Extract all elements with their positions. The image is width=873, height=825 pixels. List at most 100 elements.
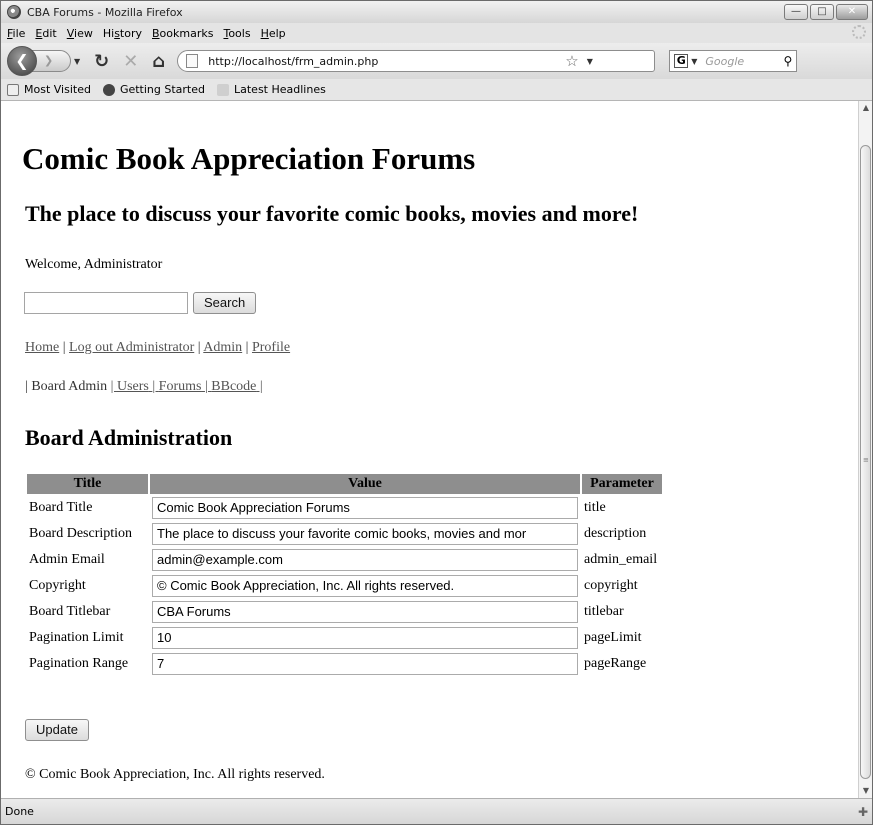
nav-link-logout[interactable]: Log out Administrator xyxy=(69,340,194,355)
forum-search: Search xyxy=(24,292,257,314)
menu-help-accel: H xyxy=(260,26,269,40)
menu-tools-label: ools xyxy=(228,26,251,40)
pagination-limit-field[interactable]: 10 xyxy=(152,627,578,649)
bookmark-star-icon[interactable]: ☆ xyxy=(565,52,578,70)
menu-edit[interactable]: Edit xyxy=(35,27,56,40)
search-engine-dropdown-icon[interactable]: ▼ xyxy=(691,57,697,66)
search-placeholder: Google xyxy=(705,54,745,68)
admin-nav-users[interactable]: | Users xyxy=(111,379,153,394)
bookmark-getting-started[interactable]: Getting Started xyxy=(102,83,205,96)
google-icon[interactable]: G xyxy=(674,54,689,68)
menu-bookmarks-label: ookmarks xyxy=(159,26,214,40)
firefox-icon xyxy=(7,5,21,19)
bookmark-label: Getting Started xyxy=(119,83,205,96)
navigation-toolbar: ❮ ❯ ▼ ↻ ✕ ⌂ http://localhost/frm_admin.p… xyxy=(1,43,872,79)
nav-link-profile[interactable]: Profile xyxy=(252,340,290,355)
row-value-cell: The place to discuss your favorite comic… xyxy=(150,522,580,546)
copyright-field[interactable]: © Comic Book Appreciation, Inc. All righ… xyxy=(152,575,578,597)
menu-history-label: tory xyxy=(119,26,142,40)
table-row: Pagination Range 7 pageRange xyxy=(27,652,662,676)
table-row: Pagination Limit 10 pageLimit xyxy=(27,626,662,650)
scroll-up-icon[interactable]: ▲ xyxy=(859,101,873,115)
scroll-down-icon[interactable]: ▼ xyxy=(859,784,873,798)
close-button[interactable]: ✕ xyxy=(836,4,868,20)
url-dropdown-icon[interactable]: ▼ xyxy=(587,57,593,66)
home-icon[interactable]: ⌂ xyxy=(152,51,165,72)
menu-tools[interactable]: Tools xyxy=(223,27,250,40)
menu-file-label: ile xyxy=(12,26,26,40)
forward-button[interactable]: ❯ xyxy=(31,50,71,72)
row-title: Copyright xyxy=(29,578,86,593)
pagination-range-field[interactable]: 7 xyxy=(152,653,578,675)
board-description-field[interactable]: The place to discuss your favorite comic… xyxy=(152,523,578,545)
activity-throbber-icon xyxy=(852,25,866,39)
menu-history[interactable]: History xyxy=(103,27,142,40)
row-parameter: pageRange xyxy=(584,656,647,671)
table-row: Board Titlebar CBA Forums titlebar xyxy=(27,600,662,624)
board-title-field[interactable]: Comic Book Appreciation Forums xyxy=(152,497,578,519)
browser-window: CBA Forums - Mozilla Firefox — □ ✕ File … xyxy=(0,0,873,825)
bookmark-latest-headlines[interactable]: Latest Headlines xyxy=(217,83,326,96)
url-text[interactable]: http://localhost/frm_admin.php xyxy=(208,55,378,68)
welcome-text: Welcome, Administrator xyxy=(25,257,163,272)
footer-copyright: © Comic Book Appreciation, Inc. All righ… xyxy=(25,767,325,782)
row-value-cell: CBA Forums xyxy=(150,600,580,624)
menu-bar: File Edit View History Bookmarks Tools H… xyxy=(1,23,872,43)
back-button[interactable]: ❮ xyxy=(7,46,37,76)
admin-nav-bbcode[interactable]: | BBcode | xyxy=(205,379,263,394)
stop-icon[interactable]: ✕ xyxy=(123,51,138,72)
row-parameter: pageLimit xyxy=(584,630,642,645)
maximize-button[interactable]: □ xyxy=(810,4,834,20)
column-header-value: Value xyxy=(150,474,580,494)
bookmark-label: Latest Headlines xyxy=(234,83,326,96)
table-row: Copyright © Comic Book Appreciation, Inc… xyxy=(27,574,662,598)
menu-help[interactable]: Help xyxy=(261,27,286,40)
menu-bookmarks[interactable]: Bookmarks xyxy=(152,27,213,40)
menu-file[interactable]: File xyxy=(7,27,25,40)
search-button[interactable]: Search xyxy=(193,292,257,314)
resize-grip-icon[interactable]: ✚ xyxy=(858,805,868,819)
board-titlebar-field[interactable]: CBA Forums xyxy=(152,601,578,623)
row-value-cell: 7 xyxy=(150,652,580,676)
most-visited-icon xyxy=(7,83,19,96)
table-row: Admin Email admin@example.com admin_emai… xyxy=(27,548,662,572)
row-value-cell: © Comic Book Appreciation, Inc. All righ… xyxy=(150,574,580,598)
row-parameter: titlebar xyxy=(584,604,624,619)
menu-view[interactable]: View xyxy=(67,27,93,40)
column-header-title: Title xyxy=(27,474,148,494)
reload-icon[interactable]: ↻ xyxy=(94,51,109,72)
section-title: Board Administration xyxy=(25,425,233,450)
status-text: Done xyxy=(5,805,34,818)
vertical-scrollbar[interactable]: ▲ ≡ ▼ xyxy=(858,101,872,798)
minimize-button[interactable]: — xyxy=(784,4,808,20)
row-value-cell: admin@example.com xyxy=(150,548,580,572)
table-row: Board Title Comic Book Appreciation Foru… xyxy=(27,496,662,520)
scroll-thumb[interactable]: ≡ xyxy=(860,145,871,779)
window-controls: — □ ✕ xyxy=(784,4,868,20)
table-row: Board Description The place to discuss y… xyxy=(27,522,662,546)
address-bar[interactable]: http://localhost/frm_admin.php xyxy=(177,50,656,72)
nav-link-admin[interactable]: Admin xyxy=(203,340,242,355)
row-title: Board Titlebar xyxy=(29,604,111,619)
admin-email-field[interactable]: admin@example.com xyxy=(152,549,578,571)
update-button[interactable]: Update xyxy=(25,719,89,741)
window-title: CBA Forums - Mozilla Firefox xyxy=(27,5,183,19)
admin-nav-current: Board Admin xyxy=(31,379,108,394)
bookmark-most-visited[interactable]: Most Visited xyxy=(7,83,91,96)
admin-nav: | Board Admin | Users | Forums | BBcode … xyxy=(25,379,263,394)
page-title: Comic Book Appreciation Forums xyxy=(22,141,476,176)
row-parameter: description xyxy=(584,526,647,541)
menu-view-label: iew xyxy=(74,26,93,40)
admin-nav-bbcode-label: BBcode xyxy=(211,379,257,394)
browser-search-box[interactable]: G ▼ Google ⚲ xyxy=(669,50,798,72)
row-parameter: copyright xyxy=(584,578,638,593)
admin-nav-forums[interactable]: | Forums xyxy=(152,379,205,394)
search-icon[interactable]: ⚲ xyxy=(783,54,792,68)
search-input[interactable] xyxy=(24,292,188,314)
history-dropdown-icon[interactable]: ▼ xyxy=(74,57,80,66)
grip-icon: ≡ xyxy=(863,456,869,464)
menu-edit-label: dit xyxy=(42,26,57,40)
nav-link-home[interactable]: Home xyxy=(25,340,59,355)
column-header-parameter: Parameter xyxy=(582,474,662,494)
table-header-row: Title Value Parameter xyxy=(27,474,662,494)
